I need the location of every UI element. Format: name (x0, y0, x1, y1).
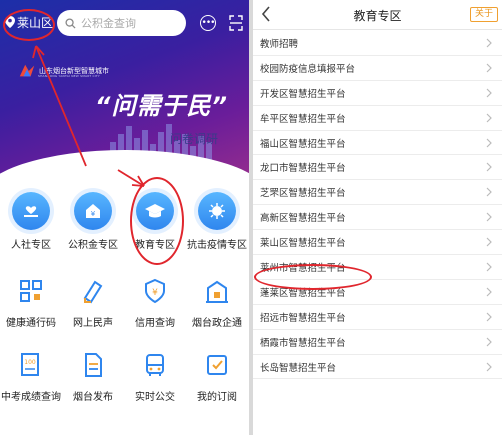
virus-shield-icon (198, 192, 236, 230)
list-item-label: 招远市智慧招生平台 (260, 312, 346, 324)
grid-item-public-voice[interactable]: 网上民声 (62, 278, 124, 329)
list-item-label: 龙口市智慧招生平台 (260, 163, 346, 175)
bus-icon (146, 354, 164, 376)
list-item[interactable]: 福山区智慧招生平台 (253, 131, 502, 156)
grid-label: 烟台政企通 (192, 318, 242, 329)
grid-label: 中考成绩查询 (1, 392, 61, 403)
list-item-label: 开发区智慧招生平台 (260, 88, 346, 100)
nav-header: 教育专区 关于 (253, 0, 502, 30)
svg-text:¥: ¥ (91, 210, 96, 218)
list-item[interactable]: 校园防疫信息填报平台 (253, 56, 502, 81)
search-icon (65, 17, 76, 29)
city-logo-icon (19, 64, 35, 77)
annotation-circle-location (3, 9, 55, 41)
chevron-right-icon (486, 212, 492, 222)
education-zone-screen: 教育专区 关于 教师招聘校园防疫信息填报平台 开发区智慧招生平台 牟平区智慧招生平台… (253, 0, 502, 435)
list-item-label: 高新区智慧招生平台 (260, 213, 346, 225)
chevron-right-icon (486, 138, 492, 147)
grid-label: 人社专区 (11, 240, 51, 251)
grid-label: 实时公交 (135, 392, 175, 403)
grid-item-social[interactable]: 人社专区 (0, 192, 62, 251)
grid-label: 网上民声 (73, 318, 113, 329)
list-item[interactable]: 龙口市智慧招生平台 (253, 155, 502, 181)
search-bar[interactable] (57, 10, 186, 36)
chevron-right-icon (486, 113, 492, 123)
document-icon (85, 353, 102, 377)
list-item-label: 长岛智慧招生平台 (260, 362, 337, 374)
grid-label: 健康通行码 (6, 318, 56, 329)
list-item[interactable]: 牟平区智慧招生平台 (253, 106, 502, 131)
annotation-circle-education (130, 177, 184, 265)
score-100-icon: 100 (21, 353, 39, 376)
banner-logo-sub: SHANDONG YANTAI NEW SMART CITY (38, 74, 100, 78)
grid-item-fund[interactable]: ¥ 公积金专区 (62, 192, 124, 251)
home-screen: 山东烟台新型智慧城市 SHANDONG YANTAI NEW SMART CIT… (0, 0, 249, 435)
grid-label: 抗击疫情专区 (187, 240, 247, 251)
qr-code-icon (20, 280, 42, 302)
chevron-right-icon (486, 38, 492, 48)
grid-item-epidemic[interactable]: 抗击疫情专区 (186, 192, 248, 251)
list-item-label: 教师招聘 (260, 38, 299, 50)
more-icon[interactable]: ••• (200, 15, 216, 31)
page-title: 教育专区 (353, 9, 402, 23)
screenshot-root: 山东烟台新型智慧城市 SHANDONG YANTAI NEW SMART CIT… (0, 0, 502, 435)
chevron-right-icon (486, 262, 492, 272)
list-item-label: 牟平区智慧招生平台 (260, 113, 346, 125)
chevron-right-icon (486, 287, 492, 297)
chevron-right-icon (486, 88, 492, 98)
platform-list: 教师招聘校园防疫信息填报平台 开发区智慧招生平台 牟平区智慧招生平台 福山区智慧招生平… (253, 31, 502, 380)
chevron-right-icon (486, 163, 492, 172)
pen-paper-icon (83, 280, 103, 304)
list-item[interactable]: 开发区智慧招生平台 (253, 81, 502, 106)
chevron-right-icon (486, 63, 492, 73)
list-item-label: 福山区智慧招生平台 (260, 138, 346, 150)
credit-shield-icon: ¥ (145, 278, 165, 304)
list-item-label: 校园防疫信息填报平台 (260, 63, 356, 75)
chevron-right-icon (486, 237, 492, 247)
grid-label: 烟台发布 (73, 392, 113, 403)
list-item-label: 芝罘区智慧招生平台 (260, 188, 346, 200)
search-input[interactable] (81, 16, 181, 30)
list-item[interactable]: 高新区智慧招生平台 (253, 205, 502, 231)
chevron-right-icon (486, 337, 492, 347)
grid-item-exam-score[interactable]: 100 中考成绩查询 (0, 352, 62, 403)
list-item[interactable]: 栖霞市智慧招生平台 (253, 330, 502, 355)
scan-icon[interactable] (229, 15, 243, 31)
list-item[interactable]: 长岛智慧招生平台 (253, 355, 502, 380)
grid-item-yantai-release[interactable]: 烟台发布 (62, 352, 124, 403)
building-icon (206, 280, 228, 303)
svg-text:100: 100 (24, 359, 36, 366)
list-item-label: 莱山区智慧招生平台 (260, 238, 346, 250)
list-item[interactable]: 莱山区智慧招生平台 (253, 230, 502, 256)
subscription-icon (207, 355, 227, 375)
grid-label: 我的订阅 (197, 392, 237, 403)
grid-label: 公积金专区 (68, 240, 118, 251)
list-item[interactable]: 招远市智慧招生平台 (253, 305, 502, 330)
list-item[interactable]: 教师招聘 (253, 31, 502, 56)
svg-text:¥: ¥ (152, 288, 158, 298)
house-yen-icon: ¥ (74, 192, 112, 230)
banner-subtitle: 问卷调研 (170, 132, 219, 146)
grid-item-health-code[interactable]: 健康通行码 (0, 278, 62, 329)
grid-item-bus[interactable]: 实时公交 (124, 352, 186, 403)
grid-item-gov-business[interactable]: 烟台政企通 (186, 278, 248, 329)
grid-item-subscription[interactable]: 我的订阅 (186, 352, 248, 403)
about-button[interactable]: 关于 (470, 7, 498, 22)
annotation-circle-laishan (254, 264, 372, 290)
chevron-right-icon (486, 187, 492, 197)
hand-heart-icon (12, 192, 50, 230)
chevron-right-icon (486, 312, 492, 322)
list-item-label: 栖霞市智慧招生平台 (260, 337, 346, 349)
chevron-right-icon (486, 362, 492, 372)
list-item[interactable]: 芝罘区智慧招生平台 (253, 180, 502, 206)
grid-label: 信用查询 (135, 318, 175, 329)
banner-slogan: “问需于民” (95, 92, 228, 120)
grid-item-credit[interactable]: ¥ 信用查询 (124, 278, 186, 329)
